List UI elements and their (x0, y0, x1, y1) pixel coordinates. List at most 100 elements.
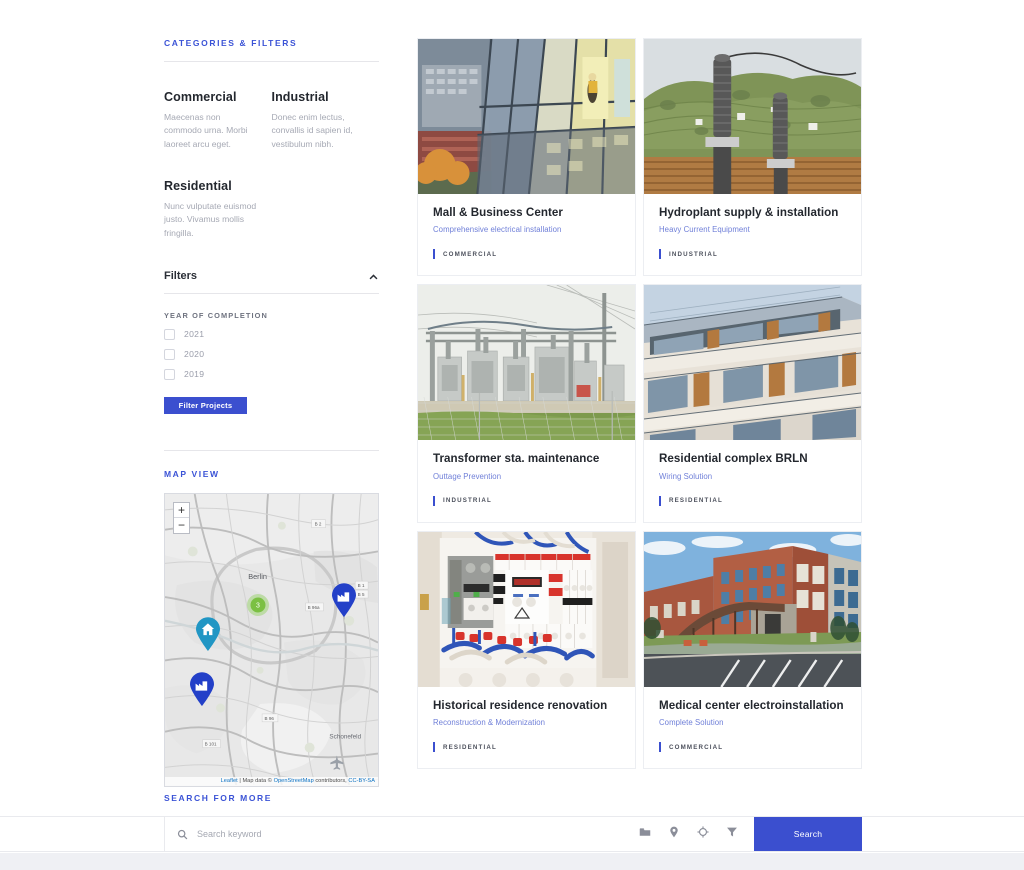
project-card-body: Transformer sta. maintenance Outtage Pre… (418, 440, 635, 521)
target-icon[interactable] (697, 825, 709, 843)
category-description: Maecenas non commodo urna. Morbi laoreet… (164, 112, 248, 149)
project-title: Residential complex BRLN (659, 452, 808, 466)
folder-icon[interactable] (639, 825, 651, 843)
tag-accent-bar (659, 742, 661, 753)
map-marker-industrial-2[interactable] (189, 672, 215, 711)
category-commercial[interactable]: Commercial Maecenas non commodo urna. Mo… (164, 90, 272, 151)
project-card-grid: Mall & Business Center Comprehensive ele… (417, 38, 863, 773)
map-zoom-controls[interactable]: + − (173, 501, 190, 534)
project-subtitle: Comprehensive electrical installation (433, 225, 562, 235)
project-subtitle: Reconstruction & Modernization (433, 718, 546, 728)
tag-label: INDUSTRIAL (443, 497, 492, 505)
footer-strip (0, 853, 1024, 870)
project-image-hydroplant (644, 39, 861, 194)
project-card[interactable]: Medical center electroinstallation Compl… (643, 530, 862, 770)
map-view-eyebrow: MAP VIEW (164, 468, 220, 479)
project-card[interactable]: Transformer sta. maintenance Outtage Pre… (417, 284, 636, 523)
search-bar-inner: Search (164, 817, 862, 851)
project-tag: COMMERCIAL (659, 742, 846, 753)
project-card[interactable]: Historical residence renovation Reconstr… (417, 530, 636, 770)
search-tool-icons (639, 825, 754, 843)
project-card-body: Historical residence renovation Reconstr… (418, 687, 635, 768)
project-card[interactable]: Mall & Business Center Comprehensive ele… (417, 38, 636, 277)
chevron-up-icon[interactable] (368, 270, 379, 281)
project-title: Medical center electroinstallation (659, 698, 844, 712)
worker-figure (587, 73, 598, 103)
svg-text:B 96: B 96 (265, 716, 275, 721)
project-title: Historical residence renovation (433, 698, 608, 712)
project-title: Hydroplant supply & installation (659, 206, 839, 219)
project-catalog-page: CATEGORIES & FILTERS Commercial Maecenas… (0, 0, 1024, 870)
filter-option-label: 2019 (184, 369, 205, 380)
svg-text:B 2: B 2 (315, 522, 322, 527)
tag-accent-bar (433, 742, 435, 753)
project-card-body: Hydroplant supply & installation Heavy C… (644, 194, 861, 275)
filter-option-2021[interactable]: 2021 (164, 328, 379, 340)
divider (164, 61, 379, 62)
svg-text:B 1: B 1 (358, 583, 365, 588)
category-residential[interactable]: Residential Nunc vulputate euismod justo… (164, 179, 272, 240)
sidebar: CATEGORIES & FILTERS Commercial Maecenas… (164, 38, 379, 787)
map-marker-industrial-1[interactable] (331, 583, 357, 622)
categories-eyebrow: CATEGORIES & FILTERS (164, 38, 298, 48)
map-pin-icon[interactable] (668, 825, 680, 843)
checkbox[interactable] (164, 328, 175, 340)
filter-option-label: 2020 (184, 349, 205, 360)
svg-text:B 96a: B 96a (308, 605, 320, 610)
filter-option-2019[interactable]: 2019 (164, 368, 379, 380)
project-image-mall-business-center (418, 39, 635, 194)
project-subtitle: Wiring Solution (659, 471, 713, 481)
project-subtitle: Heavy Current Equipment (659, 225, 750, 235)
checkbox[interactable] (164, 348, 175, 360)
divider (164, 292, 379, 294)
project-card-body: Mall & Business Center Comprehensive ele… (418, 194, 635, 275)
map-zoom-in-button[interactable]: + (174, 503, 189, 518)
project-tag: RESIDENTIAL (659, 495, 846, 506)
map-attribution: Leaflet | Map data © OpenStreetMap contr… (165, 776, 378, 786)
project-card[interactable]: Hydroplant supply & installation Heavy C… (643, 38, 862, 277)
svg-text:B 101: B 101 (205, 741, 217, 746)
tag-label: COMMERCIAL (669, 743, 724, 751)
map-view[interactable]: B 2 B 1 B 5 B 96a B 96 B 101 Berlin Scho… (164, 492, 379, 787)
project-subtitle: Outtage Prevention (433, 471, 502, 481)
filter-projects-button[interactable]: Filter Projects (164, 396, 247, 414)
openstreetmap-link[interactable]: OpenStreetMap (274, 778, 314, 784)
leaflet-link[interactable]: Leaflet (221, 778, 238, 784)
tag-accent-bar (659, 495, 661, 506)
filters-accordion-header[interactable]: Filters (164, 270, 379, 293)
tag-accent-bar (659, 249, 661, 260)
project-image-residential-complex (644, 285, 861, 441)
project-image-breaker-panel (418, 531, 635, 687)
category-description: Nunc vulputate euismod justo. Vivamus mo… (164, 200, 257, 238)
divider (164, 449, 379, 451)
category-industrial[interactable]: Industrial Donec enim lectus, convallis … (272, 90, 380, 151)
filter-option-label: 2021 (184, 329, 205, 340)
tag-label: RESIDENTIAL (669, 497, 723, 505)
license-link[interactable]: CC-BY-SA (348, 778, 375, 784)
project-tag: INDUSTRIAL (433, 495, 620, 506)
map-cluster-marker[interactable]: 3 (247, 593, 269, 621)
search-button[interactable]: Search (754, 817, 862, 851)
search-icon (177, 829, 188, 840)
svg-text:B 5: B 5 (358, 592, 365, 597)
attribution-suffix: contributors, (313, 778, 349, 785)
project-tag: RESIDENTIAL (433, 742, 620, 753)
category-spacer (272, 179, 380, 240)
map-marker-residential[interactable] (195, 617, 221, 656)
filter-option-2020[interactable]: 2020 (164, 348, 379, 360)
checkbox[interactable] (164, 368, 175, 380)
funnel-icon[interactable] (726, 825, 738, 843)
tag-accent-bar (433, 249, 435, 260)
project-card-body: Residential complex BRLN Wiring Solution… (644, 440, 861, 521)
filters-label: Filters (164, 269, 198, 282)
tag-label: RESIDENTIAL (443, 743, 497, 751)
category-title: Residential (164, 178, 232, 193)
map-zoom-out-button[interactable]: − (174, 518, 189, 533)
category-grid-row1: Commercial Maecenas non commodo urna. Mo… (164, 90, 379, 151)
project-tag: INDUSTRIAL (659, 249, 846, 260)
project-title: Mall & Business Center (433, 206, 563, 219)
year-of-completion-label: YEAR OF COMPLETION (164, 310, 268, 320)
search-input[interactable] (197, 829, 639, 839)
project-card[interactable]: Residential complex BRLN Wiring Solution… (643, 284, 862, 523)
tag-label: COMMERCIAL (443, 250, 498, 258)
